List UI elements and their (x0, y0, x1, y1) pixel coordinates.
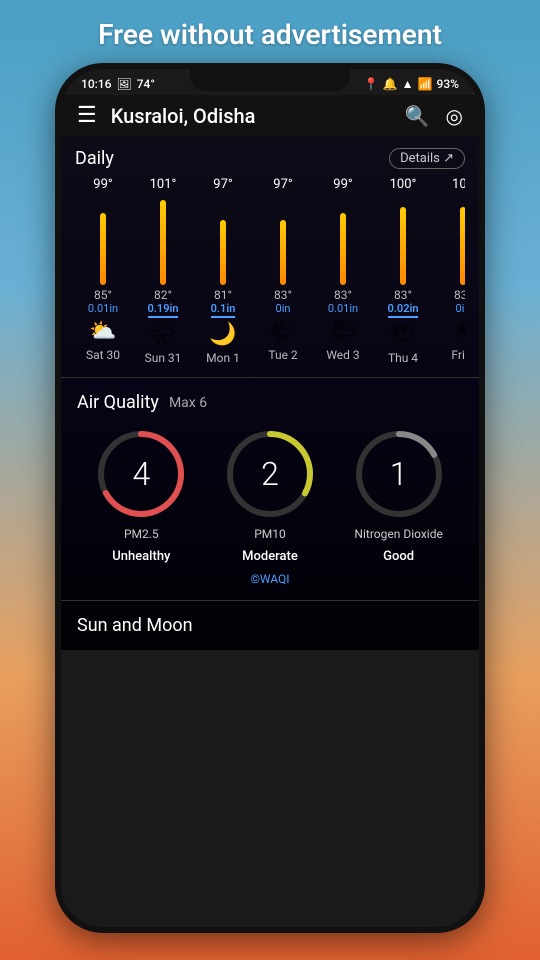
volume-icon: 🔔 (383, 77, 398, 91)
aq-label-1: PM10 (254, 527, 286, 541)
precip-3: 0in (276, 302, 291, 315)
aq-label-2: Nitrogen Dioxide (354, 527, 442, 541)
aq-status-0: Unhealthy (112, 549, 170, 564)
temp-bar-6 (460, 207, 465, 285)
temp-low-2: 81° (214, 288, 232, 302)
temp-bar-container-2 (219, 195, 227, 285)
temp-low-3: 83° (274, 288, 292, 302)
phone-notch (190, 69, 350, 91)
temp-low-5: 83° (394, 288, 412, 302)
sunny-icon-6: ☀ (453, 319, 465, 344)
temp-bar-container-4 (339, 195, 347, 285)
signal-icon: 📶 (418, 77, 433, 91)
day-label-2: Mon 1 (206, 351, 240, 365)
day-label-3: Tue 2 (268, 348, 297, 362)
battery-level: 93% (437, 77, 459, 91)
temp-bar-4 (340, 213, 346, 285)
top-banner: Free without advertisement (0, 0, 540, 63)
mostly-sunny-icon-4: 🌤 (329, 319, 357, 344)
daily-forecast-scroll[interactable]: 99°85°0.01in⛅Sat 30101°82°0.19in🌧Sun 319… (75, 177, 465, 365)
day-col-4: 99° 83°0.01in 🌤 Wed 3 (315, 177, 371, 365)
temp-bar-container-0 (99, 195, 107, 285)
precip-5: 0.02in (388, 302, 419, 318)
daily-section: Daily Details ↗ 99°85°0.01in⛅Sat 30101°8… (61, 136, 479, 377)
aq-value-1: 2 (261, 455, 279, 493)
menu-icon[interactable]: ☰ (77, 103, 97, 128)
aq-circle-0: 4 (96, 429, 186, 519)
precip-6: 0in (456, 302, 465, 315)
rain-icon-1: 🌧 (149, 322, 177, 347)
day-label-4: Wed 3 (326, 348, 359, 362)
temp-bar-0 (100, 213, 106, 285)
temp-bar-1 (160, 200, 166, 285)
aq-label-0: PM2.5 (124, 527, 159, 541)
precip-0: 0.01in (88, 302, 118, 315)
precip-2: 0.1in (211, 302, 236, 318)
aq-max: Max 6 (169, 395, 207, 411)
aq-status-2: Good (383, 549, 414, 564)
location-icon: 📍 (364, 77, 379, 91)
partly-cloudy-icon-0: ⛅ (89, 319, 116, 344)
sun-moon-title: Sun and Moon (77, 615, 193, 636)
temp-low-6: 83° (454, 288, 465, 302)
app-header: ☰ Kusraloi, Odisha 🔍 ◎ (61, 95, 479, 136)
banner-text: Free without advertisement (20, 18, 520, 51)
temp-high-1: 101° (150, 177, 177, 192)
temp-high-6: 100 (452, 177, 465, 192)
day-col-2: 97° 81°0.1in 🌙 Mon 1 (195, 177, 251, 365)
mostly-sunny-icon-5: 🌤 (389, 322, 417, 347)
temp-low-1: 82° (154, 288, 172, 302)
temp-bar-container-1 (159, 195, 167, 285)
day-col-6: 100 83°0in ☀ Fri 5 (435, 177, 465, 365)
precip-1: 0.19in (148, 302, 179, 318)
aq-circle-2: 1 (354, 429, 444, 519)
temp-bar-2 (220, 220, 226, 285)
photo-icon: 🖼 (116, 77, 131, 91)
day-label-5: Thu 4 (388, 351, 418, 365)
day-col-0: 99° 85°0.01in ⛅ Sat 30 (75, 177, 131, 365)
daily-title: Daily (75, 148, 114, 169)
status-time: 10:16 (81, 77, 111, 91)
aq-title: Air Quality (77, 392, 159, 413)
mostly-sunny-icon-3: 🌤 (269, 319, 297, 344)
gps-icon[interactable]: ◎ (446, 104, 463, 128)
temp-high-3: 97° (273, 177, 292, 192)
waqi-link[interactable]: ©WAQI (77, 572, 463, 586)
temp-bar-container-5 (399, 195, 407, 285)
temp-bar-3 (280, 220, 286, 285)
aq-circle-1: 2 (225, 429, 315, 519)
temp-high-0: 99° (93, 177, 112, 192)
day-label-0: Sat 30 (86, 348, 120, 362)
search-icon[interactable]: 🔍 (405, 104, 430, 128)
temp-bar-container-3 (279, 195, 287, 285)
temp-high-5: 100° (390, 177, 417, 192)
temp-low-0: 85° (94, 288, 112, 302)
temp-bar-5 (400, 207, 406, 285)
day-label-6: Fri 5 (451, 348, 465, 362)
aq-value-0: 4 (132, 455, 150, 493)
day-col-5: 100° 83°0.02in 🌤 Thu 4 (375, 177, 431, 365)
location-title: Kusraloi, Odisha (111, 104, 405, 128)
details-button[interactable]: Details ↗ (389, 148, 465, 169)
sun-moon-section: Sun and Moon (61, 601, 479, 650)
day-label-1: Sun 31 (145, 351, 182, 365)
day-col-1: 101° 82°0.19in 🌧 Sun 31 (135, 177, 191, 365)
precip-4: 0.01in (328, 302, 358, 315)
day-col-3: 97° 83°0in 🌤 Tue 2 (255, 177, 311, 365)
phone-frame: 10:16 🖼 74° 📍 🔔 ▲ 📶 93% ☰ Kusraloi, Odis… (55, 63, 485, 933)
air-quality-section: Air Quality Max 6 4 PM2.5 Unhealthy 2 PM10 Mo… (61, 378, 479, 600)
aq-status-1: Moderate (242, 549, 298, 564)
temp-low-4: 83° (334, 288, 352, 302)
aq-item-2: 1 Nitrogen Dioxide Good (354, 429, 444, 564)
aq-value-2: 1 (390, 455, 408, 493)
aq-items-row: 4 PM2.5 Unhealthy 2 PM10 Moderate 1 Nitrogen Di… (77, 429, 463, 564)
aq-item-0: 4 PM2.5 Unhealthy (96, 429, 186, 564)
status-temp: 74° (137, 77, 155, 91)
temp-high-4: 99° (333, 177, 352, 192)
aq-item-1: 2 PM10 Moderate (225, 429, 315, 564)
temp-bar-container-6 (459, 195, 465, 285)
temp-high-2: 97° (213, 177, 232, 192)
crescent-moon-icon-2: 🌙 (209, 322, 236, 347)
wifi-icon: ▲ (402, 77, 414, 91)
